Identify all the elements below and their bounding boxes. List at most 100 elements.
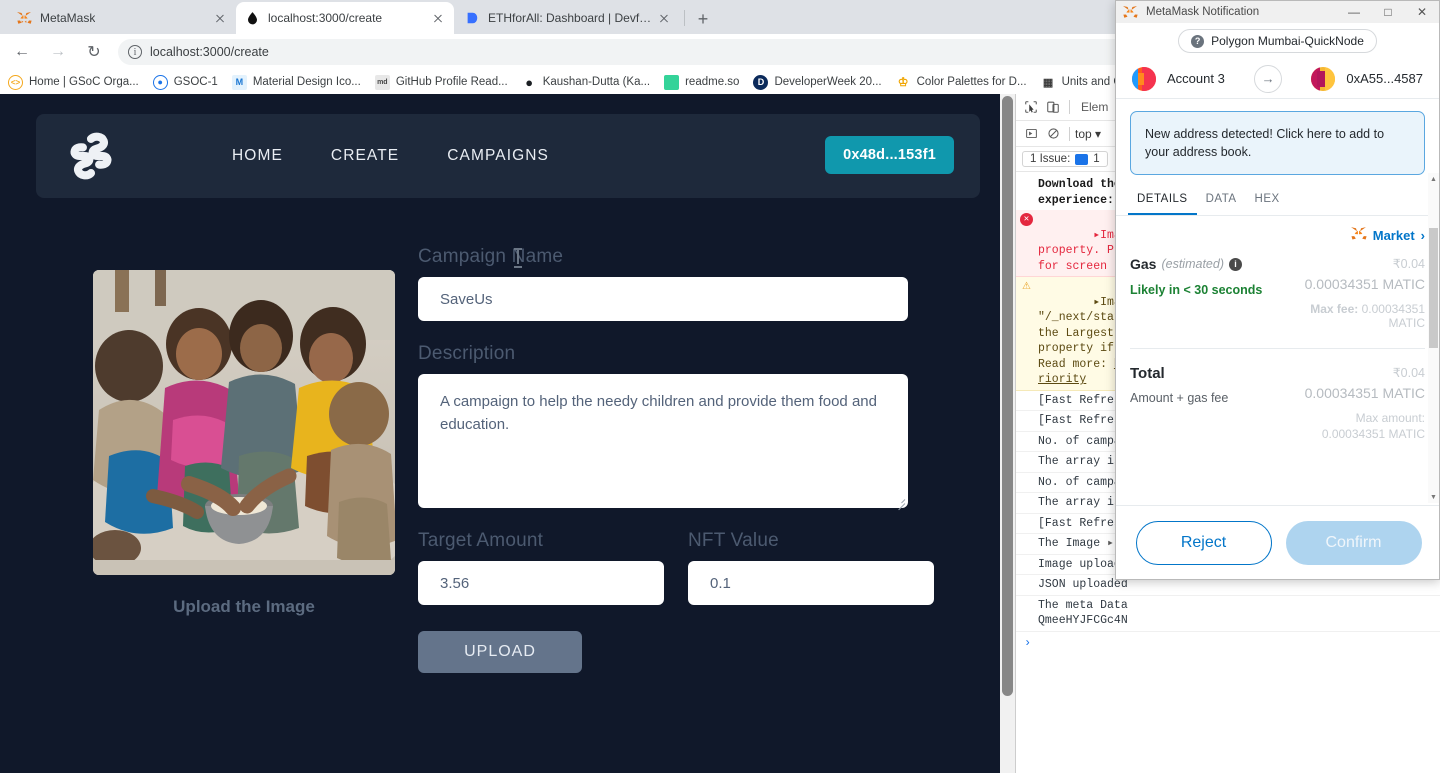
tab-details[interactable]: DETAILS: [1128, 185, 1197, 216]
bookmark-favicon-icon: ▦: [1040, 74, 1056, 90]
bookmark-label: Material Design Ico...: [252, 76, 361, 88]
network-selector[interactable]: ? Polygon Mumbai-QuickNode: [1116, 23, 1439, 59]
minimize-icon[interactable]: —: [1337, 1, 1371, 23]
issue-badge-icon: [1075, 153, 1089, 165]
bookmark-favicon-icon: ♔: [895, 74, 911, 90]
warning-badge-icon: ⚠: [1022, 278, 1031, 295]
children-sharing-food-photo: [93, 270, 395, 575]
metamask-titlebar: MetaMask Notification — □ ✕: [1116, 1, 1439, 23]
bookmark-item[interactable]: ● Kaushan-Dutta (Ka...: [521, 74, 650, 90]
bookmark-item[interactable]: ♔ Color Palettes for D...: [895, 74, 1027, 90]
forward-button[interactable]: →: [44, 38, 72, 66]
total-label-col: Total Amount + gas fee: [1130, 365, 1278, 441]
section-divider: [1130, 348, 1425, 350]
bookmark-item[interactable]: M Material Design Ico...: [231, 74, 361, 90]
nav-link-create[interactable]: CREATE: [331, 147, 399, 165]
reload-button[interactable]: ↻: [80, 38, 108, 66]
bookmark-item[interactable]: ● GSOC-1: [152, 74, 218, 90]
confirm-button[interactable]: Confirm: [1285, 520, 1422, 565]
campaign-image-preview[interactable]: [93, 270, 395, 575]
close-tab-icon[interactable]: [430, 10, 446, 26]
nav-link-campaigns[interactable]: CAMPAIGNS: [447, 147, 549, 165]
nft-value-input[interactable]: 0.1: [688, 561, 934, 605]
reject-button[interactable]: Reject: [1135, 520, 1272, 565]
upload-image-caption: Upload the Image: [173, 597, 315, 616]
back-button[interactable]: ←: [8, 38, 36, 66]
address-bar-url: localhost:3000/create: [150, 45, 269, 59]
toolbar-divider: [1069, 126, 1070, 141]
metamask-scrollbar[interactable]: ▲ ▼: [1428, 173, 1439, 503]
new-address-banner[interactable]: New address detected! Click here to add …: [1130, 111, 1425, 176]
browser-tab-localhost[interactable]: localhost:3000/create: [236, 2, 454, 34]
new-tab-button[interactable]: +: [690, 6, 716, 32]
app-nav-links: HOME CREATE CAMPAIGNS: [232, 147, 549, 165]
max-fee-label: Max fee:: [1310, 302, 1359, 317]
transfer-arrow-wrap: →: [1225, 64, 1312, 93]
tab-data[interactable]: DATA: [1197, 185, 1246, 215]
close-icon[interactable]: ✕: [1405, 1, 1439, 23]
info-circle-icon[interactable]: i: [128, 45, 142, 59]
gas-native-amount: 0.00034351 MATIC: [1304, 276, 1425, 293]
window-controls: — □ ✕: [1337, 1, 1439, 23]
gas-label: Gas (estimated) i: [1130, 256, 1278, 272]
devtools-tab-elements[interactable]: Elem: [1081, 100, 1108, 114]
target-amount-label: Target Amount: [418, 530, 544, 551]
market-link[interactable]: Market ›: [1130, 226, 1425, 244]
bookmark-label: GitHub Profile Read...: [395, 76, 508, 88]
console-context-selector[interactable]: top ▾: [1075, 127, 1101, 141]
nav-link-home[interactable]: HOME: [232, 147, 283, 165]
tab-title: localhost:3000/create: [268, 11, 383, 25]
market-label: Market: [1372, 227, 1415, 243]
amount-fields-row: Target Amount 3.56 NFT Value 0.1: [418, 530, 934, 605]
helping-hands-logo-icon[interactable]: [62, 127, 120, 185]
error-badge-icon: ✕: [1020, 213, 1033, 227]
max-fee-row: Max fee: 0.00034351 MATIC: [1278, 302, 1425, 330]
wallet-address-button[interactable]: 0x48d...153f1: [825, 136, 954, 174]
step-into-icon[interactable]: [1020, 123, 1042, 145]
campaign-name-label-text: Campaign Name: [418, 246, 564, 267]
tab-divider: [684, 10, 685, 26]
close-tab-icon[interactable]: [656, 10, 672, 26]
target-amount-input[interactable]: 3.56: [418, 561, 664, 605]
bookmark-item[interactable]: md GitHub Profile Read...: [374, 74, 508, 90]
browser-tab-metamask[interactable]: MetaMask: [8, 2, 236, 34]
resize-handle-icon[interactable]: [895, 495, 906, 511]
console-link[interactable]: riority: [1038, 373, 1086, 386]
chevron-right-icon: ›: [1420, 227, 1425, 243]
device-toggle-icon[interactable]: [1042, 96, 1064, 118]
bookmark-item[interactable]: <> Home | GSoC Orga...: [8, 74, 139, 90]
total-label: Total: [1130, 365, 1165, 383]
campaign-name-input[interactable]: SaveUs: [418, 277, 908, 321]
bookmark-item[interactable]: readme.so: [664, 74, 740, 90]
max-amount-label: Max amount:: [1355, 411, 1425, 426]
tab-hex[interactable]: HEX: [1246, 185, 1289, 215]
web-page-content: HOME CREATE CAMPAIGNS 0x48d...153f1 Uplo…: [0, 94, 1015, 773]
devfolio-icon: [464, 10, 480, 26]
info-icon[interactable]: i: [1229, 257, 1242, 271]
browser-tab-devfolio[interactable]: ETHforAll: Dashboard | Devfolio: [456, 2, 680, 34]
console-prompt[interactable]: ›: [1016, 632, 1440, 654]
bookmark-label: GSOC-1: [173, 76, 218, 88]
page-scrollbar[interactable]: [1000, 94, 1015, 773]
clear-console-icon[interactable]: [1042, 123, 1064, 145]
maximize-icon[interactable]: □: [1371, 1, 1405, 23]
upload-button[interactable]: UPLOAD: [418, 631, 582, 673]
description-textarea[interactable]: A campaign to help the needy children an…: [418, 374, 908, 511]
metamask-scrollbar-thumb[interactable]: [1429, 228, 1438, 348]
description-value: A campaign to help the needy children an…: [440, 393, 877, 434]
target-amount-field: Target Amount 3.56: [418, 530, 664, 605]
bookmark-label: readme.so: [685, 76, 740, 88]
toolbar-divider: [1069, 100, 1070, 114]
issues-count: 1: [1093, 153, 1100, 165]
metamask-notification-window: MetaMask Notification — □ ✕ ? Polygon Mu…: [1115, 0, 1440, 580]
page-scrollbar-thumb[interactable]: [1002, 96, 1013, 696]
issues-button[interactable]: 1 Issue: 1: [1022, 151, 1108, 167]
bookmark-item[interactable]: D DeveloperWeek 20...: [753, 74, 882, 90]
scroll-down-arrow-icon[interactable]: ▼: [1428, 491, 1439, 503]
inspect-cursor-icon[interactable]: [1020, 96, 1042, 118]
network-pill[interactable]: ? Polygon Mumbai-QuickNode: [1178, 29, 1377, 53]
close-tab-icon[interactable]: [212, 10, 228, 26]
gas-speed-estimate: Likely in < 30 seconds: [1130, 283, 1263, 298]
gas-row: Gas (estimated) i Likely in < 30 seconds…: [1130, 256, 1425, 330]
scroll-up-arrow-icon[interactable]: ▲: [1428, 173, 1439, 185]
